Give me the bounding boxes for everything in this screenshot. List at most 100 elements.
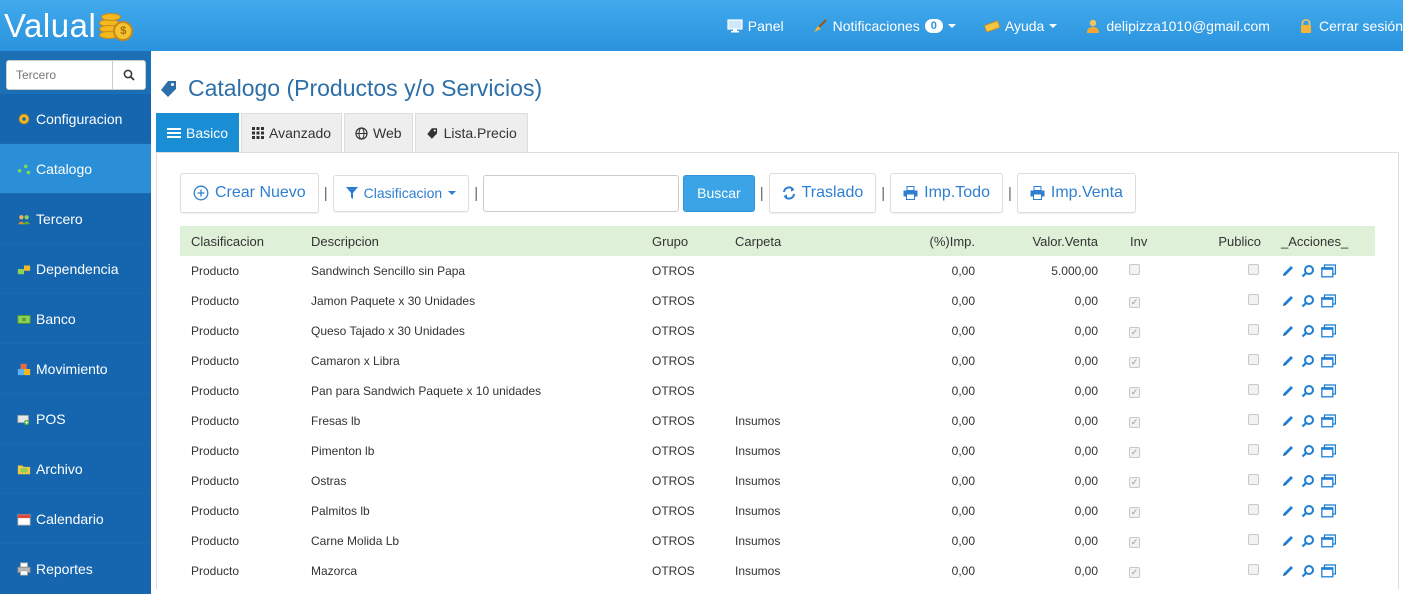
window-icon[interactable] xyxy=(1321,384,1336,398)
search-icon[interactable] xyxy=(1301,324,1315,338)
tab-web[interactable]: Web xyxy=(344,113,413,153)
traslado-button[interactable]: Traslado xyxy=(768,173,877,213)
search-icon[interactable] xyxy=(1301,564,1315,578)
header-carpeta[interactable]: Carpeta xyxy=(735,234,855,249)
window-icon[interactable] xyxy=(1321,534,1336,548)
publico-checkbox[interactable] xyxy=(1248,354,1259,365)
ayuda-dropdown[interactable]: Ayuda xyxy=(984,18,1058,34)
publico-checkbox[interactable] xyxy=(1248,504,1259,515)
sidebar-item-banco[interactable]: Banco xyxy=(0,294,151,344)
window-icon[interactable] xyxy=(1321,504,1336,518)
inv-checkbox[interactable]: ✓ xyxy=(1129,297,1140,308)
app-logo[interactable]: Valual $ xyxy=(4,6,134,46)
inv-checkbox[interactable]: ✓ xyxy=(1129,357,1140,368)
imp-todo-button[interactable]: Imp.Todo xyxy=(890,173,1003,213)
header-imp[interactable]: (%)Imp. xyxy=(855,234,976,249)
logout-label: Cerrar sesión xyxy=(1318,17,1403,34)
header-grupo[interactable]: Grupo xyxy=(652,234,735,249)
inv-checkbox[interactable]: ✓ xyxy=(1129,417,1140,428)
search-icon[interactable] xyxy=(1301,264,1315,278)
search-icon[interactable] xyxy=(1301,474,1315,488)
search-icon[interactable] xyxy=(1301,534,1315,548)
publico-checkbox[interactable] xyxy=(1248,264,1259,275)
user-menu[interactable]: delipizza1010@gmail.com xyxy=(1085,18,1270,34)
publico-checkbox[interactable] xyxy=(1248,414,1259,425)
tab-lista-precio[interactable]: Lista.Precio xyxy=(414,113,528,153)
clasificacion-dropdown[interactable]: Clasificacion xyxy=(332,174,470,212)
imp-venta-button[interactable]: Imp.Venta xyxy=(1016,173,1136,213)
window-icon[interactable] xyxy=(1321,264,1336,278)
publico-checkbox[interactable] xyxy=(1248,294,1259,305)
edit-icon[interactable] xyxy=(1281,324,1295,338)
search-icon[interactable] xyxy=(1301,504,1315,518)
window-icon[interactable] xyxy=(1321,474,1336,488)
sidebar-item-calendario[interactable]: Calendario xyxy=(0,494,151,544)
edit-icon[interactable] xyxy=(1281,444,1295,458)
cell-clasificacion: Producto xyxy=(191,384,240,398)
inv-checkbox[interactable]: ✓ xyxy=(1129,567,1140,578)
search-icon xyxy=(123,69,135,81)
sidebar-item-pos[interactable]: POS xyxy=(0,394,151,444)
tab-avanzado[interactable]: Avanzado xyxy=(241,113,343,153)
cell-publico xyxy=(1161,564,1261,578)
window-icon[interactable] xyxy=(1321,294,1336,308)
publico-checkbox[interactable] xyxy=(1248,474,1259,485)
header-valor-venta[interactable]: Valor.Venta xyxy=(975,234,1098,249)
header-descripcion[interactable]: Descripcion xyxy=(311,234,652,249)
edit-icon[interactable] xyxy=(1281,534,1295,548)
cell-inv: ✓ xyxy=(1098,504,1161,518)
window-icon[interactable] xyxy=(1321,444,1336,458)
panel-link[interactable]: Panel xyxy=(727,18,784,34)
edit-icon[interactable] xyxy=(1281,354,1295,368)
search-button[interactable] xyxy=(113,60,146,90)
inv-checkbox[interactable]: ✓ xyxy=(1129,447,1140,458)
table-row: Producto Palmitos lb OTROS Insumos 0,00 0,00 ✓ xyxy=(180,496,1375,526)
search-icon[interactable] xyxy=(1301,444,1315,458)
sidebar-item-movimiento[interactable]: Movimiento xyxy=(0,344,151,394)
publico-checkbox[interactable] xyxy=(1248,384,1259,395)
edit-icon[interactable] xyxy=(1281,264,1295,278)
edit-icon[interactable] xyxy=(1281,564,1295,578)
edit-icon[interactable] xyxy=(1281,294,1295,308)
cell-publico xyxy=(1161,294,1261,308)
window-icon[interactable] xyxy=(1321,414,1336,428)
catalog-search-input[interactable] xyxy=(483,174,680,212)
sidebar-item-configuracion[interactable]: Configuracion xyxy=(0,94,151,144)
header-inv[interactable]: Inv xyxy=(1098,234,1161,249)
sidebar-item-archivo[interactable]: Archivo xyxy=(0,444,151,494)
edit-icon[interactable] xyxy=(1281,504,1295,518)
search-icon[interactable] xyxy=(1301,414,1315,428)
window-icon[interactable] xyxy=(1321,354,1336,368)
sidebar-item-reportes[interactable]: Reportes xyxy=(0,544,151,594)
inv-checkbox[interactable]: ✓ xyxy=(1129,507,1140,518)
publico-checkbox[interactable] xyxy=(1248,564,1259,575)
publico-checkbox[interactable] xyxy=(1248,534,1259,545)
header-publico[interactable]: Publico xyxy=(1161,234,1261,249)
publico-checkbox[interactable] xyxy=(1248,324,1259,335)
inv-checkbox[interactable]: ✓ xyxy=(1129,477,1140,488)
window-icon[interactable] xyxy=(1321,324,1336,338)
sidebar-item-tercero[interactable]: Tercero xyxy=(0,194,151,244)
search-icon[interactable] xyxy=(1301,294,1315,308)
buscar-button[interactable]: Buscar xyxy=(683,174,755,212)
edit-icon[interactable] xyxy=(1281,474,1295,488)
sidebar-item-dependencia[interactable]: Dependencia xyxy=(0,244,151,294)
edit-icon[interactable] xyxy=(1281,414,1295,428)
window-icon[interactable] xyxy=(1321,564,1336,578)
inv-checkbox[interactable]: ✓ xyxy=(1129,537,1140,548)
search-icon[interactable] xyxy=(1301,354,1315,368)
edit-icon[interactable] xyxy=(1281,384,1295,398)
tercero-search-input[interactable] xyxy=(6,60,113,90)
table-row: Producto Pan para Sandwich Paquete x 10 u… xyxy=(180,376,1375,406)
inv-checkbox[interactable]: ✓ xyxy=(1129,387,1140,398)
sidebar-item-catalogo[interactable]: Catalogo xyxy=(0,144,151,194)
crear-nuevo-button[interactable]: Crear Nuevo xyxy=(180,173,319,213)
tab-basico[interactable]: Basico xyxy=(156,113,240,153)
publico-checkbox[interactable] xyxy=(1248,444,1259,455)
header-clasificacion[interactable]: Clasificacion xyxy=(180,234,311,249)
logout-link[interactable]: Cerrar sesión xyxy=(1298,18,1403,34)
notificaciones-dropdown[interactable]: Notificaciones 0 xyxy=(812,18,956,34)
inv-checkbox[interactable] xyxy=(1129,264,1140,275)
inv-checkbox[interactable]: ✓ xyxy=(1129,327,1140,338)
search-icon[interactable] xyxy=(1301,384,1315,398)
